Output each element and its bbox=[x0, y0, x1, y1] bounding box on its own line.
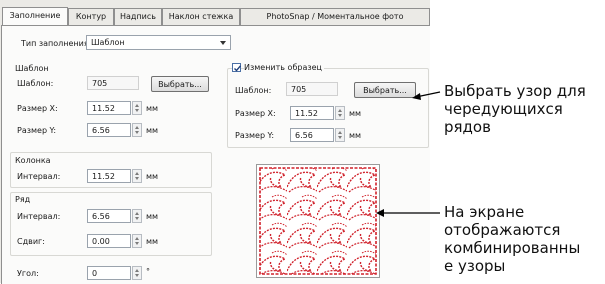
annotation-line: е узоры bbox=[444, 257, 506, 275]
annotation-line: На экране bbox=[444, 203, 525, 221]
annotation-line: комбинированны bbox=[444, 239, 581, 257]
annotation-line: чередующихся bbox=[444, 100, 563, 118]
annotation-line: рядов bbox=[444, 118, 491, 136]
annotation-select-pattern: Выбрать узор для чередующихся рядов bbox=[444, 82, 586, 136]
annotation-combined-patterns: На экране отображаются комбинированны е … bbox=[444, 203, 580, 275]
annotation-line: Выбрать узор для bbox=[444, 82, 586, 100]
annotation-line: отображаются bbox=[444, 221, 561, 239]
